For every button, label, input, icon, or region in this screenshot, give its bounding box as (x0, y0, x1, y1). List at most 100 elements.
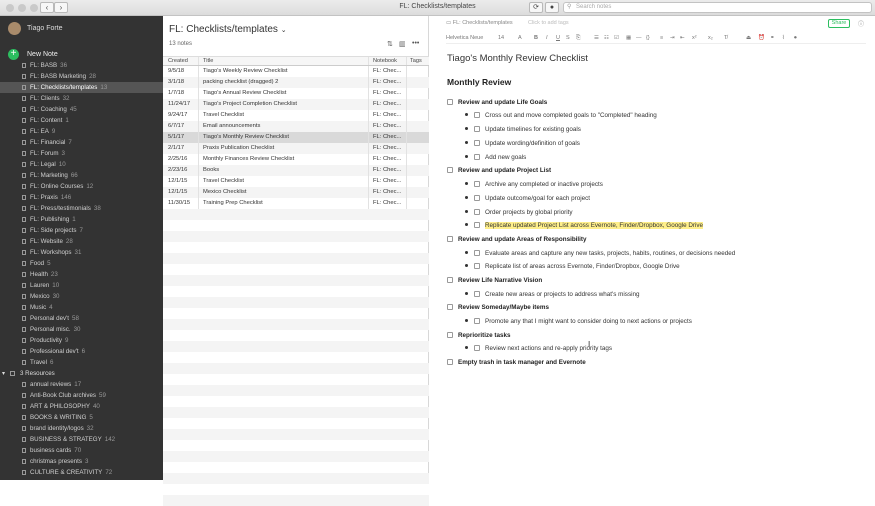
notification-bell-icon[interactable]: ● (545, 2, 559, 13)
checklist-item[interactable]: Evaluate areas and capture any new tasks… (465, 250, 735, 258)
share-button[interactable]: Share (828, 19, 850, 28)
sidebar-notebook-item[interactable]: FL: Praxis 146 (0, 192, 163, 203)
table-row[interactable]: 11/30/15 Training Prep Checklist FL: Chec.… (163, 198, 429, 209)
text-color-icon[interactable]: A (518, 35, 522, 41)
checklist-item[interactable]: Review and update Project List (447, 167, 551, 175)
table-row[interactable]: 2/23/16 Books FL: Chec... (163, 165, 429, 176)
sync-icon[interactable]: ⟳ (529, 2, 543, 13)
checklist-item[interactable]: Cross out and move completed goals to "C… (465, 112, 657, 120)
checkbox[interactable] (474, 345, 480, 351)
checkbox[interactable] (474, 291, 480, 297)
checkbox[interactable] (474, 181, 480, 187)
notebook-selector[interactable]: ▭ FL: Checklists/templates (446, 20, 513, 26)
checkbox[interactable] (474, 209, 480, 215)
checkbox[interactable] (474, 112, 480, 118)
sidebar-notebook-item[interactable]: FL: Online Courses 12 (0, 181, 163, 192)
new-note-button[interactable]: + New Note (8, 49, 58, 60)
sidebar-notebook-item[interactable]: FL: Content 1 (0, 115, 163, 126)
table-row[interactable]: 6/7/17 Email announcements FL: Chec... (163, 121, 429, 132)
superscript-icon[interactable]: x² (692, 35, 697, 41)
sidebar-notebook-item[interactable]: FL: Marketing 66 (0, 170, 163, 181)
clear-format-icon[interactable]: T̸ (724, 35, 727, 41)
checklist-item[interactable]: Order projects by global priority (465, 209, 573, 217)
sidebar-notebook-item[interactable]: ART & PHILOSOPHY 40 (0, 401, 163, 412)
sidebar-notebook-item[interactable]: Personal misc. 30 (0, 324, 163, 335)
outdent-icon[interactable]: ⇤ (680, 35, 685, 41)
table-row[interactable]: 9/5/18 Tiago's Weekly Review Checklist FL:… (163, 66, 429, 77)
sidebar-notebook-item[interactable]: FL: Side projects 7 (0, 225, 163, 236)
align-icon[interactable]: ≡ (660, 35, 663, 41)
checklist-item[interactable]: Update timelines for existing goals (465, 126, 581, 134)
sidebar-notebook-item[interactable]: Anti-Book Club archives 59 (0, 390, 163, 401)
checkbox[interactable] (447, 304, 453, 310)
table-row[interactable]: 9/24/17 Travel Checklist FL: Chec... (163, 110, 429, 121)
divider-icon[interactable]: — (636, 35, 642, 41)
sidebar-notebook-item[interactable]: Food 5 (0, 258, 163, 269)
sidebar-notebook-item[interactable]: Lauren 10 (0, 280, 163, 291)
table-row[interactable]: 2/25/16 Monthly Finances Review Checklist… (163, 154, 429, 165)
numbered-list-icon[interactable]: ☷ (604, 35, 609, 41)
checklist-item[interactable]: Replicate updated Project List across Ev… (465, 222, 704, 230)
checkbox-icon[interactable]: ☑ (614, 35, 619, 41)
table-row[interactable]: 3/1/18 packing checklist (dragged) 2 FL: C… (163, 77, 429, 88)
strikethrough-icon[interactable]: S (566, 35, 570, 41)
notelist-title[interactable]: FL: Checklists/templates ⌄ (169, 24, 287, 35)
sidebar-notebook-item[interactable]: FL: Forum 3 (0, 148, 163, 159)
column-header-created[interactable]: Created (163, 57, 199, 65)
checklist-item[interactable]: Add new goals (465, 154, 526, 162)
sidebar-notebook-item[interactable]: FL: Website 28 (0, 236, 163, 247)
checkbox[interactable] (474, 318, 480, 324)
checkbox[interactable] (447, 167, 453, 173)
column-header-notebook[interactable]: Notebook (369, 57, 407, 65)
sort-icon[interactable]: ⇅ (387, 40, 393, 48)
table-row[interactable]: 2/1/17 Praxis Publication Checklist FL: Ch… (163, 143, 429, 154)
checklist-item[interactable]: Review Life Narrative Vision (447, 277, 542, 285)
font-size-select[interactable]: 14 (498, 35, 504, 41)
sidebar-notebook-item[interactable]: FL: Coaching 45 (0, 104, 163, 115)
view-options-icon[interactable]: ▥ (399, 40, 406, 48)
checklist-item[interactable]: Empty trash in task manager and Evernote (447, 359, 586, 367)
info-icon[interactable]: ⓘ (858, 19, 864, 28)
sidebar-notebook-item[interactable]: BOOKS & WRITING 5 (0, 412, 163, 423)
sidebar-notebook-item[interactable]: Personal dev't 58 (0, 313, 163, 324)
table-row[interactable]: 12/1/15 Mexico Checklist FL: Chec... (163, 187, 429, 198)
checklist-item[interactable]: Review and update Areas of Responsibilit… (447, 236, 587, 244)
checkbox[interactable] (474, 140, 480, 146)
code-block-icon[interactable]: {} (646, 35, 650, 41)
bold-icon[interactable]: B (534, 35, 538, 41)
checkbox[interactable] (474, 154, 480, 160)
note-title[interactable]: Tiago's Monthly Review Checklist (447, 53, 588, 64)
tags-input[interactable]: Click to add tags (528, 20, 569, 26)
table-row[interactable]: 5/1/17 Tiago's Monthly Review Checklist FL… (163, 132, 429, 143)
table-icon[interactable]: ▦ (626, 35, 631, 41)
reminder-icon[interactable]: ⏰ (758, 35, 765, 41)
audio-icon[interactable]: ⏺ (794, 35, 797, 42)
checklist-item[interactable]: Update outcome/goal for each project (465, 195, 590, 203)
highlight-icon[interactable]: ⎘ (576, 35, 580, 42)
checklist-item[interactable]: Review Someday/Maybe items (447, 304, 549, 312)
checklist-item[interactable]: Create new areas or projects to address … (465, 291, 640, 299)
sidebar-notebook-item[interactable]: BUSINESS & STRATEGY 142 (0, 434, 163, 445)
checklist-item[interactable]: Review and update Life Goals (447, 99, 547, 107)
sidebar-notebook-item[interactable]: business cards 70 (0, 445, 163, 456)
sidebar-notebook-item[interactable]: FL: BASB 36 (0, 60, 163, 71)
sidebar-notebook-item[interactable]: Music 4 (0, 302, 163, 313)
attachment-icon[interactable]: ⌇ (782, 35, 785, 41)
account-menu[interactable]: Tiago Forte (8, 21, 63, 35)
font-family-select[interactable]: Helvetica Neue (446, 35, 483, 41)
checkbox[interactable] (474, 126, 480, 132)
checkbox[interactable] (447, 99, 453, 105)
sidebar-notebook-item[interactable]: Productivity 9 (0, 335, 163, 346)
sidebar-notebook-item[interactable]: Professional dev't 6 (0, 346, 163, 357)
table-row[interactable]: 1/7/18 Tiago's Annual Review Checklist FL:… (163, 88, 429, 99)
sidebar-notebook-item[interactable]: FL: Clients 32 (0, 93, 163, 104)
sidebar-notebook-item[interactable]: FL: BASB Marketing 28 (0, 71, 163, 82)
sidebar-stack-resources[interactable]: ▾ 3 Resources (0, 368, 163, 379)
sidebar-notebook-item[interactable]: Mexico 30 (0, 291, 163, 302)
sidebar-notebook-item[interactable]: Travel 6 (0, 357, 163, 368)
search-input[interactable]: ⚲ Search notes (563, 2, 872, 13)
indent-icon[interactable]: ⇥ (670, 35, 675, 41)
checkbox[interactable] (474, 195, 480, 201)
underline-icon[interactable]: U (556, 35, 560, 41)
present-icon[interactable]: ⏏ (746, 35, 751, 41)
